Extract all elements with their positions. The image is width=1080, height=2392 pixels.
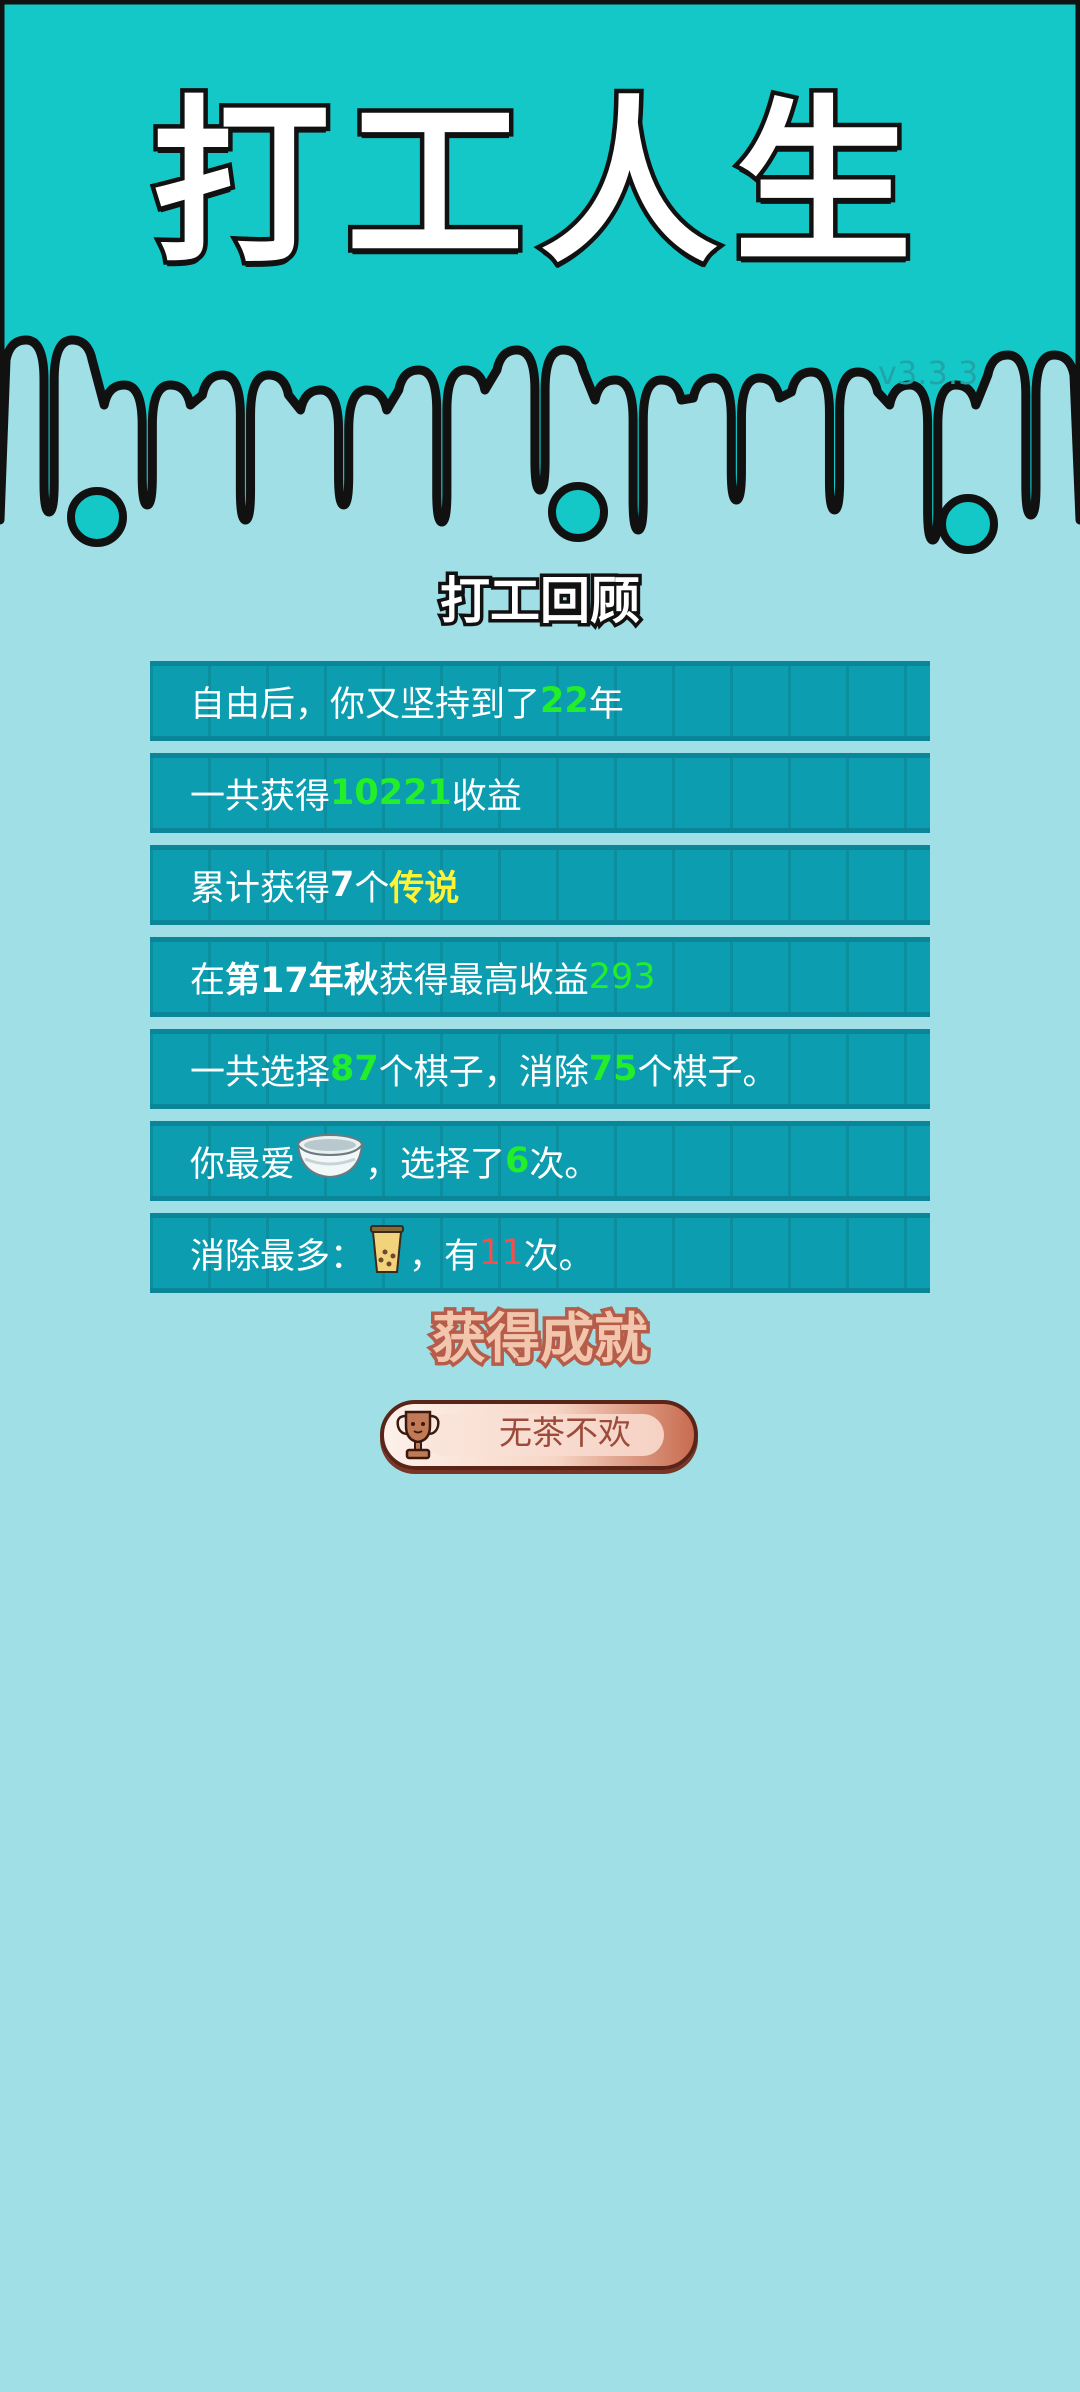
row-text: ，选择了 (365, 1144, 506, 1185)
best-season: 第17年秋 (225, 960, 379, 1001)
review-row-favorite: 你最爱 ，选择了 6 次。 (150, 1121, 930, 1201)
game-title: 打工人生 (148, 80, 928, 287)
review-row-best-income: 在 第17年秋 获得最高收益 293 (150, 937, 930, 1017)
row-text: 累计获得 (190, 868, 331, 909)
review-row-pieces: 一共选择 87 个棋子，消除 75 个棋子。 (150, 1029, 930, 1109)
row-text: 个棋子。 (637, 1052, 778, 1093)
trophy-icon (394, 1408, 442, 1466)
row-text: 一共获得 (190, 776, 331, 817)
row-text: ，有 (409, 1236, 480, 1277)
review-row-legendary: 累计获得 7 个传说 (150, 845, 930, 925)
bowl-icon (295, 1131, 365, 1192)
row-text: 你最爱 (190, 1144, 296, 1185)
achievement-label: 无茶不欢 (499, 1413, 631, 1452)
header-banner: 打工人生 v3.3.3 (0, 0, 1080, 560)
years-value: 22 (540, 681, 589, 721)
review-row-most-eliminated: 消除最多： ，有 11 次。 (150, 1213, 930, 1293)
row-text: 收益 (451, 776, 522, 817)
achievements-title: 获得成就 (429, 1307, 652, 1370)
drip-dot (548, 482, 608, 542)
row-text: 年 (588, 684, 624, 725)
row-text: 次。 (529, 1144, 600, 1185)
row-text: 次。 (523, 1236, 594, 1277)
review-list: 自由后，你又坚持到了 22 年 一共获得 10221 收益 累计获得 7 个传说 在 第17… (150, 661, 930, 1305)
version-label: v3.3.3 (878, 354, 979, 392)
row-text: 一共选择 (190, 1052, 331, 1093)
drip-dots (67, 482, 998, 554)
income-value: 10221 (330, 773, 452, 813)
row-text: 自由后，你又坚持到了 (190, 684, 541, 725)
row-text: 获得最高收益 (378, 960, 589, 1001)
favorite-count: 6 (505, 1141, 530, 1181)
eliminated-most-count: 11 (479, 1233, 524, 1273)
selected-count: 87 (330, 1049, 379, 1089)
bubble-tea-icon (365, 1222, 409, 1285)
drip-dot (938, 494, 998, 554)
review-title: 打工回顾 (437, 572, 644, 630)
row-text: 个 (354, 868, 390, 909)
row-text: 消除最多： (190, 1236, 366, 1277)
row-text: 在 (190, 960, 226, 1001)
achievement-badge[interactable]: 无茶不欢 (380, 1400, 698, 1470)
row-text: 个棋子，消除 (378, 1052, 589, 1093)
best-income-value: 293 (588, 957, 656, 997)
eliminated-count: 75 (588, 1049, 638, 1089)
legendary-count: 7 (330, 865, 355, 905)
drip-dot (67, 487, 127, 547)
review-row-years: 自由后，你又坚持到了 22 年 (150, 661, 930, 741)
legendary-label: 传说 (389, 868, 460, 909)
review-row-income: 一共获得 10221 收益 (150, 753, 930, 833)
